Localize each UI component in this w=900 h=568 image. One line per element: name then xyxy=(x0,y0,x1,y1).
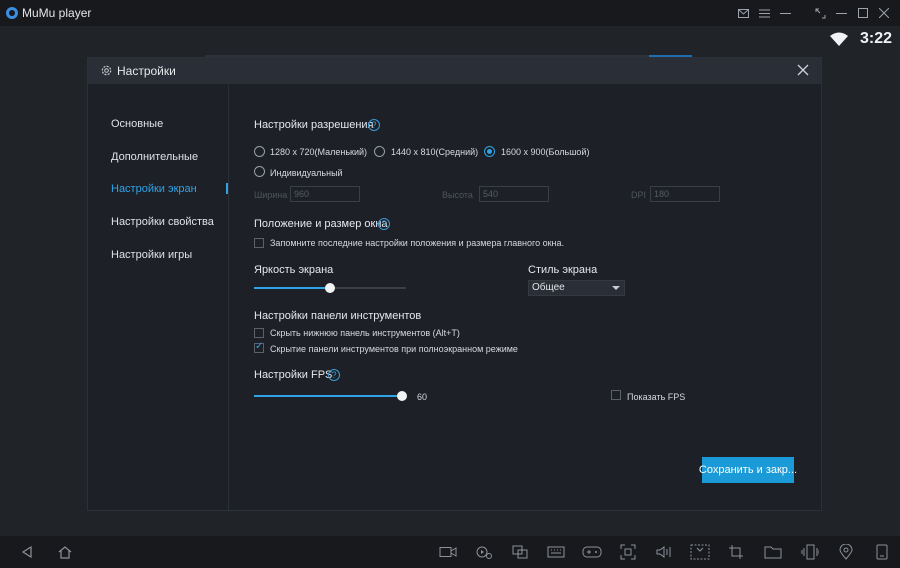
radio-1280x720[interactable] xyxy=(254,146,265,157)
remember-window-checkbox[interactable] xyxy=(254,238,264,248)
fps-slider-handle[interactable] xyxy=(397,391,407,401)
screen-style-title: Стиль экрана xyxy=(528,264,598,276)
remember-window-label: Запомните последние настройки положения … xyxy=(270,238,565,248)
fps-value: 60 xyxy=(417,392,428,402)
apk-install-icon[interactable] xyxy=(690,543,710,561)
height-label: Высота xyxy=(442,190,473,200)
toolbar-title: Настройки панели инструментов xyxy=(254,310,422,322)
resolution-title: Настройки разрешения xyxy=(254,119,374,131)
screen-style-select[interactable]: Общее xyxy=(528,280,625,296)
crop-icon[interactable] xyxy=(726,543,746,561)
width-label: Ширина xyxy=(254,190,288,200)
multi-window-icon[interactable] xyxy=(510,543,530,561)
sidebar-item-properties[interactable]: Настройки свойства xyxy=(111,216,214,228)
dpi-label: DPI xyxy=(631,190,647,200)
radio-1440x810[interactable] xyxy=(374,146,385,157)
radio-1600x900[interactable] xyxy=(484,146,495,157)
help-icon[interactable]: ? xyxy=(368,119,380,131)
show-fps-label: Показать FPS xyxy=(627,392,686,402)
radio-custom[interactable] xyxy=(254,166,265,177)
title-bar: MuMu player xyxy=(0,0,900,26)
show-fps-checkbox[interactable] xyxy=(611,390,621,400)
hide-fullscreen-toolbar-checkbox[interactable] xyxy=(254,341,264,353)
clock: 3:22 xyxy=(859,30,892,47)
height-input[interactable]: 540 xyxy=(479,186,549,202)
sidebar-item-game[interactable]: Настройки игры xyxy=(111,249,192,261)
app-logo-icon xyxy=(6,7,18,19)
settings-dialog: Настройки Основные Дополнительные Настро… xyxy=(87,57,822,511)
screenshot-icon[interactable] xyxy=(618,543,638,561)
help-icon[interactable]: ? xyxy=(328,369,340,381)
fps-title: Настройки FPS xyxy=(254,369,333,381)
volume-icon[interactable] xyxy=(654,543,674,561)
mail-icon[interactable] xyxy=(735,5,752,21)
minimize-icon[interactable] xyxy=(777,5,794,21)
close-window-icon[interactable] xyxy=(875,5,892,21)
bottom-toolbar xyxy=(0,536,900,568)
phone-rotate-icon[interactable] xyxy=(872,543,892,561)
gear-icon xyxy=(100,64,113,77)
android-status-bar: 3:22 xyxy=(829,30,892,48)
wifi-icon xyxy=(829,32,848,46)
close-icon[interactable] xyxy=(797,63,811,77)
window-minimize-icon[interactable] xyxy=(833,5,850,21)
save-and-close-button[interactable]: Сохранить и закр... xyxy=(699,457,797,483)
dialog-header: Настройки xyxy=(88,58,821,84)
gamepad-icon[interactable] xyxy=(582,543,602,561)
width-input[interactable]: 960 xyxy=(290,186,360,202)
settings-sidebar: Основные Дополнительные Настройки экран … xyxy=(88,84,229,510)
hide-bottom-toolbar-checkbox[interactable] xyxy=(254,328,264,338)
dialog-title: Настройки xyxy=(117,64,176,78)
sidebar-active-marker xyxy=(226,183,228,194)
radio-label-custom: Индивидуальный xyxy=(270,168,343,178)
help-icon[interactable]: ? xyxy=(378,218,390,230)
radio-label-1440x810: 1440 x 810(Средний) xyxy=(391,147,479,157)
hide-fullscreen-toolbar-label: Скрытие панели инструментов при полноэкр… xyxy=(270,344,518,354)
resize-icon[interactable] xyxy=(812,5,829,21)
brightness-title: Яркость экрана xyxy=(254,264,334,276)
location-icon[interactable] xyxy=(836,543,856,561)
window-title: Положение и размер окна xyxy=(254,218,388,230)
window-controls xyxy=(735,5,892,21)
screen-style-value: Общее xyxy=(532,282,565,293)
brightness-slider-fill xyxy=(254,287,330,289)
shake-icon[interactable] xyxy=(800,543,820,561)
sidebar-item-advanced[interactable]: Дополнительные xyxy=(111,151,198,163)
app-title: MuMu player xyxy=(22,6,92,20)
maximize-icon[interactable] xyxy=(854,5,871,21)
menu-icon[interactable] xyxy=(756,5,773,21)
radio-label-1600x900: 1600 x 900(Большой) xyxy=(501,147,590,157)
home-icon[interactable] xyxy=(56,543,74,561)
keyboard-icon[interactable] xyxy=(546,543,566,561)
screen-record-icon[interactable] xyxy=(438,543,458,561)
sidebar-item-basic[interactable]: Основные xyxy=(111,118,163,130)
emulator-window: MuMu player 3:22 Настройки Основные Допо… xyxy=(0,0,900,568)
fps-slider-fill xyxy=(254,395,402,397)
chevron-down-icon xyxy=(612,286,620,290)
sidebar-item-display[interactable]: Настройки экран xyxy=(111,183,197,195)
hide-bottom-toolbar-label: Скрыть нижнюю панель инструментов (Alt+T… xyxy=(270,328,460,338)
back-icon[interactable] xyxy=(18,543,36,561)
radio-label-1280x720: 1280 x 720(Маленький) xyxy=(270,147,368,157)
video-settings-icon[interactable] xyxy=(474,543,494,561)
folder-icon[interactable] xyxy=(763,543,783,561)
dpi-input[interactable]: 180 xyxy=(650,186,720,202)
brightness-slider-handle[interactable] xyxy=(325,283,335,293)
